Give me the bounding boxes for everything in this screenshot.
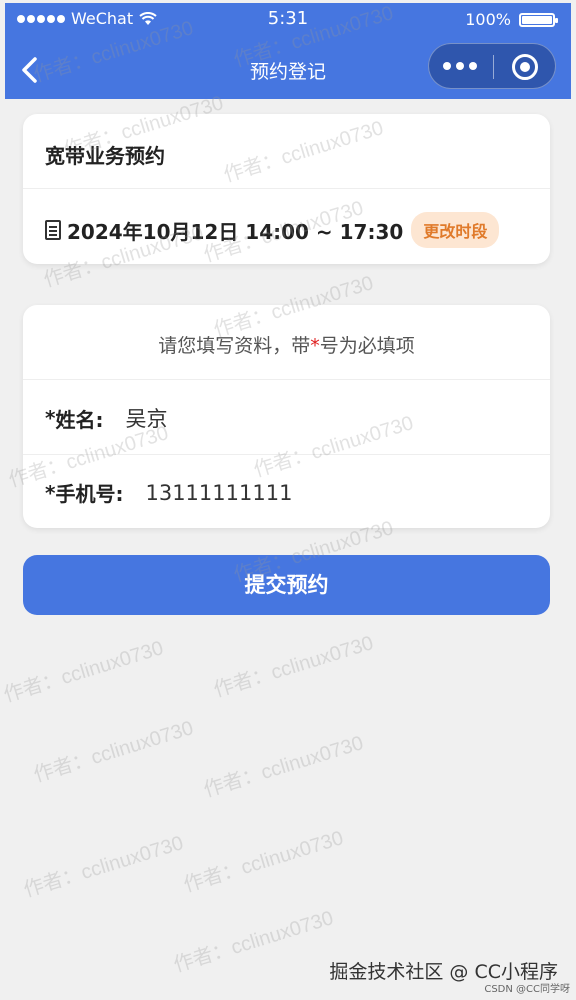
phone-field-row: * 手机号: 13111111111 [45, 478, 292, 507]
more-icon[interactable] [443, 62, 477, 70]
name-field-row: * 姓名: 吴京 [45, 403, 167, 433]
submit-booking-button[interactable]: 提交预约 [23, 555, 550, 615]
hint-required-star: * [310, 335, 320, 357]
service-title: 宽带业务预约 [45, 144, 165, 168]
battery-icon [519, 12, 558, 27]
form-card: 请您填写资料，带*号为必填项 * 姓名: 吴京 * 手机号: 131111111… [23, 305, 550, 528]
card-divider [23, 188, 550, 189]
change-time-button[interactable]: 更改时段 [411, 212, 500, 248]
name-label: 姓名: [55, 407, 104, 432]
miniprogram-capsule [428, 43, 556, 89]
phone-required-mark: * [45, 480, 56, 505]
booking-time-row: 2024年10月12日 14:00 ~ 17:30 更改时段 [45, 212, 500, 248]
phone-input[interactable]: 13111111111 [145, 481, 292, 505]
battery-area: 100% [465, 10, 558, 29]
hint-text-before: 请您填写资料，带 [158, 335, 311, 357]
form-hint: 请您填写资料，带*号为必填项 [23, 331, 550, 358]
phone-screen: WeChat 5:31 100% 预约登记 宽带业务预约 2024年10月12日… [5, 3, 571, 1000]
name-input[interactable]: 吴京 [125, 403, 167, 433]
phone-label: 手机号: [55, 482, 124, 506]
close-miniprogram-icon[interactable] [512, 54, 538, 80]
form-divider [23, 454, 550, 455]
nav-bar: 预约登记 [5, 39, 571, 99]
form-divider [23, 379, 550, 380]
name-required-mark: * [45, 406, 56, 430]
booking-card: 宽带业务预约 2024年10月12日 14:00 ~ 17:30 更改时段 [23, 114, 550, 264]
top-bar: WeChat 5:31 100% 预约登记 [5, 3, 571, 99]
hint-text-after: 号为必填项 [319, 335, 415, 357]
status-bar: WeChat 5:31 100% [5, 3, 571, 37]
calendar-icon [45, 220, 61, 240]
csdn-watermark: CSDN @CC同学呀 [484, 984, 570, 995]
capsule-divider [493, 55, 494, 79]
booking-date-time: 2024年10月12日 14:00 ~ 17:30 [67, 219, 404, 244]
battery-percent: 100% [465, 10, 511, 29]
